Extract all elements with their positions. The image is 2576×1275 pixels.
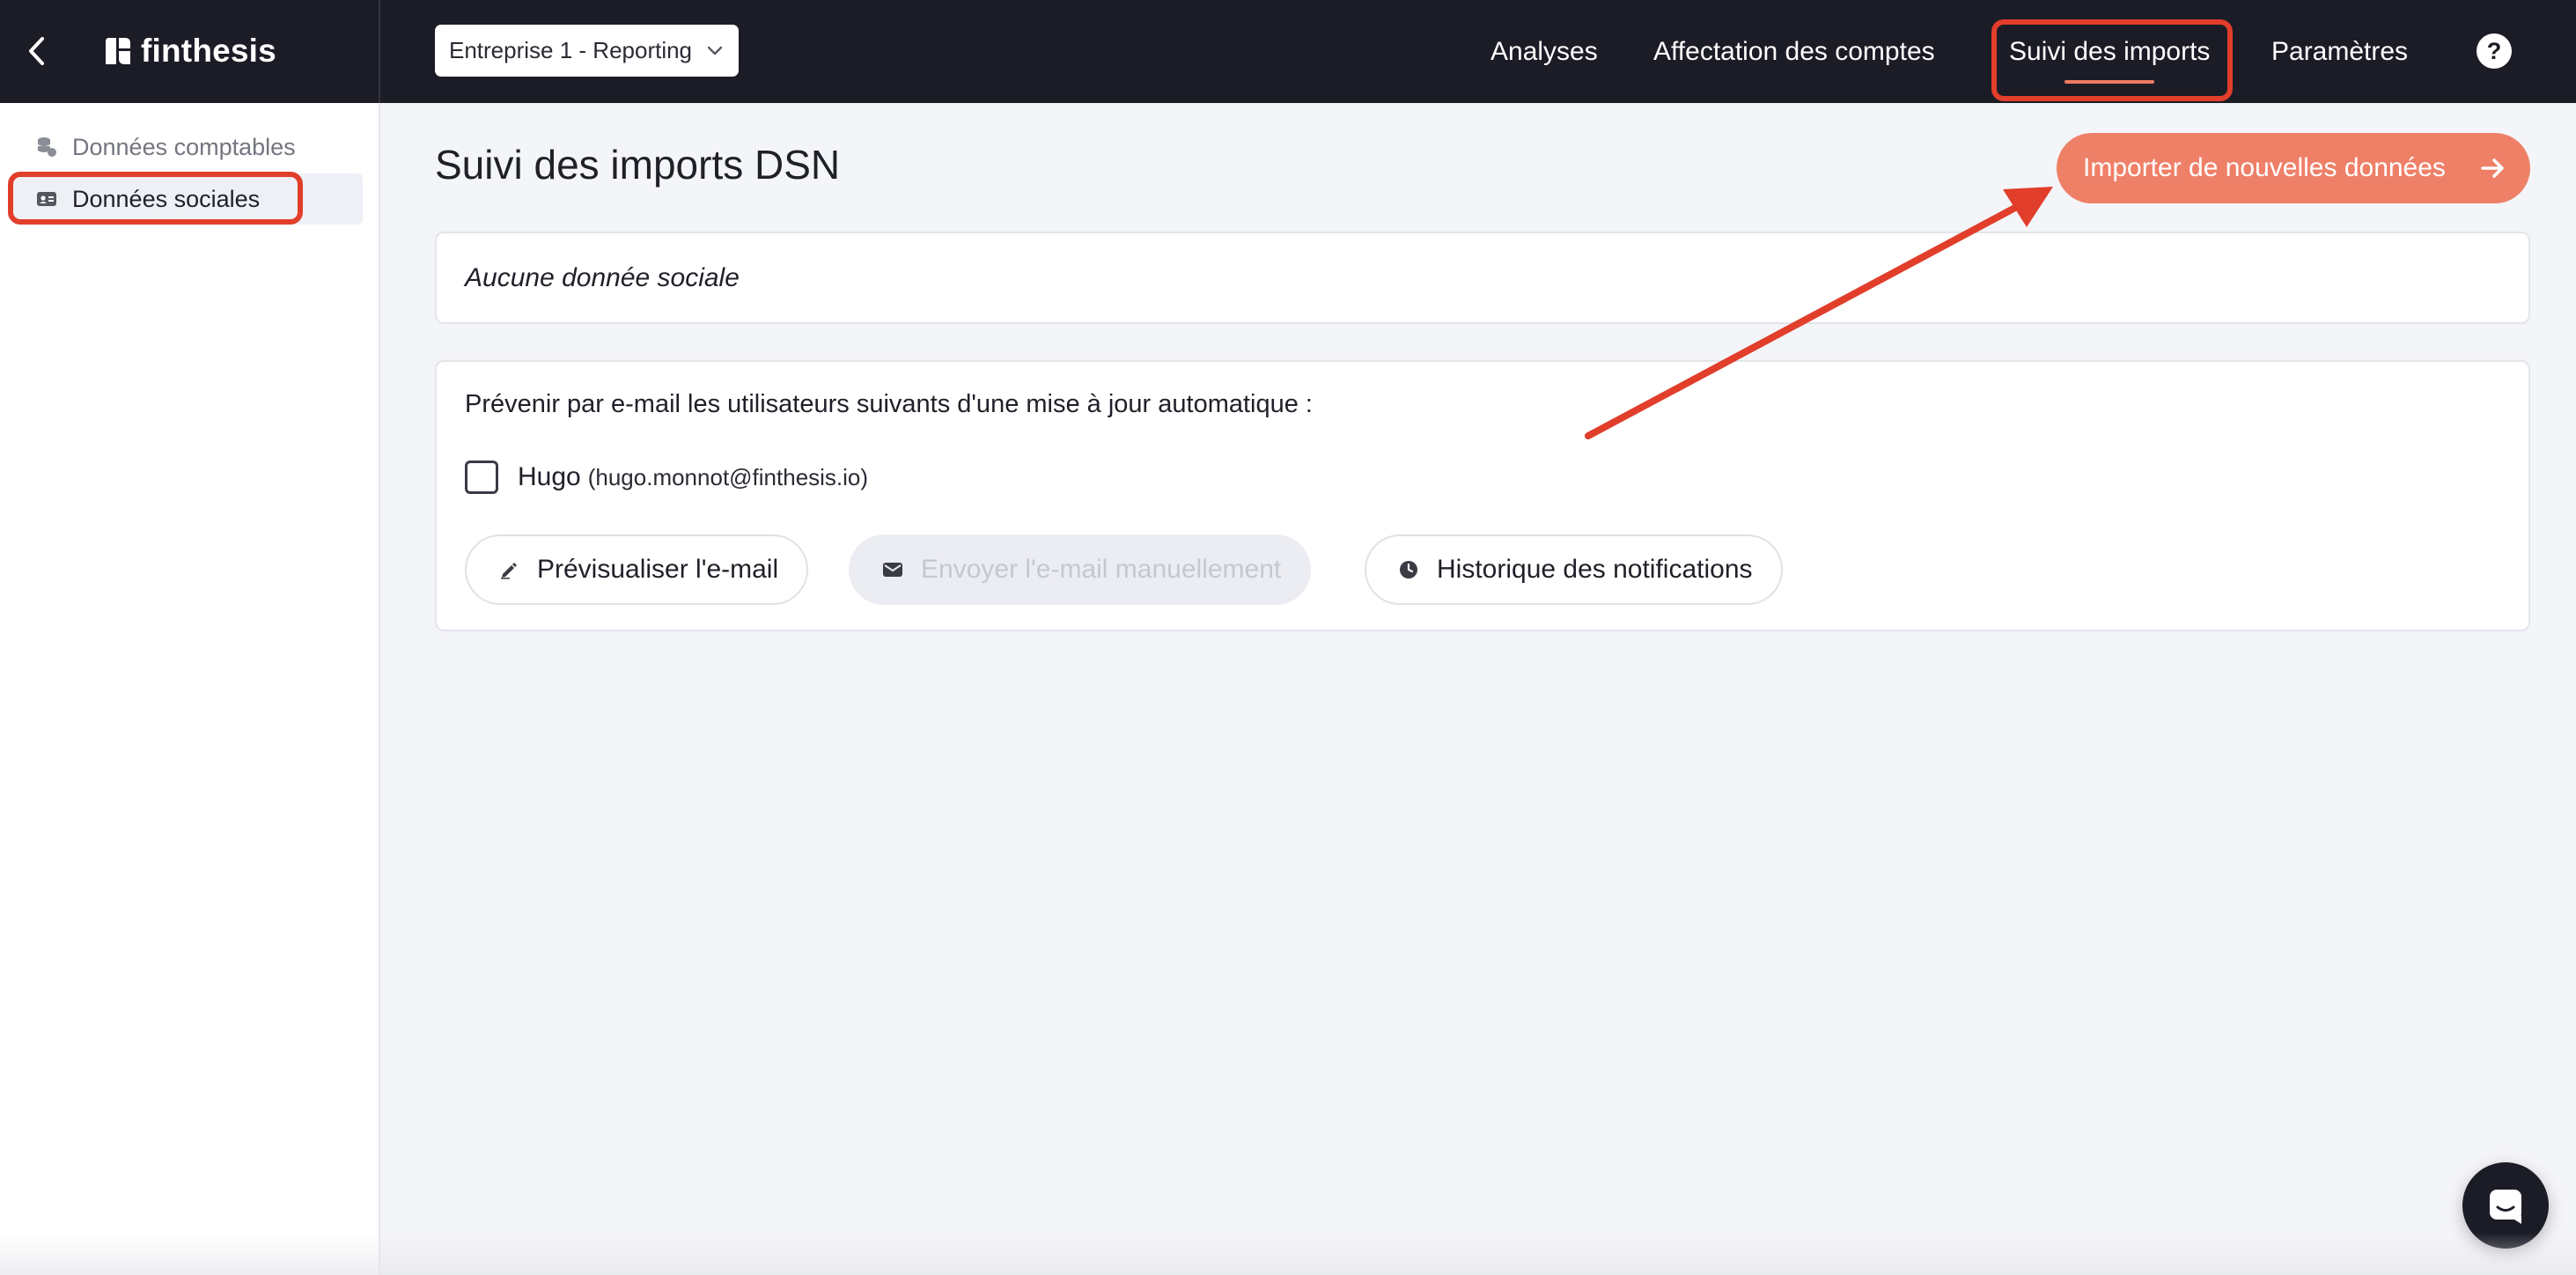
brand-zone: finthesis [0,0,380,103]
logo-text: finthesis [141,33,276,69]
notification-description: Prévenir par e-mail les utilisateurs sui… [465,390,1313,418]
nav-parametres[interactable]: Paramètres [2271,0,2408,103]
notification-history-label: Historique des notifications [1437,555,1753,584]
chevron-left-icon [29,37,44,65]
sidebar-item-label: Données sociales [72,185,261,212]
preview-email-label: Prévisualiser l'e-mail [537,555,779,584]
empty-state-message: Aucune donnée sociale [465,262,740,292]
help-button[interactable]: ? [2477,33,2512,69]
envelope-icon [882,559,903,580]
chat-icon [2490,1190,2521,1224]
preview-email-button[interactable]: Prévisualiser l'e-mail [465,534,809,605]
database-icon [35,136,58,158]
user-checkbox[interactable] [465,461,498,494]
notification-history-button[interactable]: Historique des notifications [1365,534,1783,605]
company-select-value: Entreprise 1 - Reporting [449,37,693,63]
nav-suivi-des-imports[interactable]: Suivi des imports [2009,0,2210,103]
import-data-button[interactable]: Importer de nouvelles données [2057,133,2530,203]
back-button[interactable] [19,33,55,69]
nav-affectation-des-comptes[interactable]: Affectation des comptes [1653,0,1935,103]
nav-analyses[interactable]: Analyses [1490,0,1598,103]
notification-card: Prévenir par e-mail les utilisateurs sui… [435,360,2530,631]
send-email-label: Envoyer l'e-mail manuellement [921,555,1282,584]
arrow-right-icon [2481,158,2504,178]
import-data-button-label: Importer de nouvelles données [2083,153,2446,182]
chat-launcher-button[interactable] [2462,1162,2549,1249]
chevron-down-icon [707,46,723,55]
company-select[interactable]: Entreprise 1 - Reporting [435,25,739,77]
send-email-button[interactable]: Envoyer l'e-mail manuellement [849,534,1312,605]
logo[interactable]: finthesis [104,32,276,70]
bottom-shadow [0,1233,2576,1275]
top-bar: finthesis Entreprise 1 - Reporting Analy… [0,0,2576,103]
user-email: (hugo.monnot@finthesis.io) [587,464,869,490]
pencil-icon [498,559,519,580]
sidebar-item-donnees-comptables[interactable]: Données comptables [12,122,363,173]
page-title: Suivi des imports DSN [435,142,841,188]
user-name: Hugo [518,462,581,491]
finthesis-logo-icon [106,38,130,64]
sidebar-item-donnees-sociales[interactable]: Données sociales [12,173,363,225]
sidebar [0,103,380,1275]
sidebar-item-label: Données comptables [72,133,296,160]
clock-icon [1398,559,1419,580]
user-row: Hugo (hugo.monnot@finthesis.io) [465,461,868,494]
empty-state-card: Aucune donnée sociale [435,232,2530,324]
id-card-icon [35,188,58,210]
